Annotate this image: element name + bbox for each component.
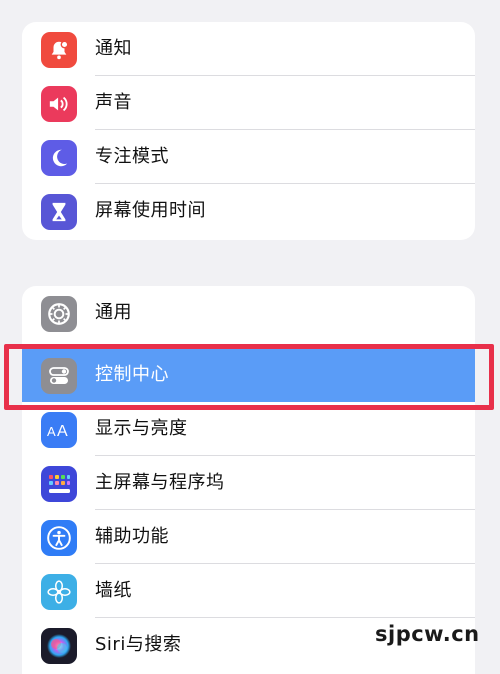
gear-icon <box>41 296 77 332</box>
settings-row-screen-time[interactable]: 屏幕使用时间 <box>22 184 475 238</box>
settings-row-wallpaper[interactable]: 墙纸 <box>22 564 475 618</box>
settings-row-sounds[interactable]: 声音 <box>22 76 475 130</box>
settings-group-1: 通知 声音 专注模式 屏幕使用时间 <box>22 22 475 240</box>
siri-icon <box>41 628 77 664</box>
settings-row-label: 专注模式 <box>95 146 169 167</box>
settings-row-label: 墙纸 <box>95 580 132 601</box>
settings-row-general[interactable]: 通用 <box>22 286 475 340</box>
settings-row-home-screen-dock[interactable]: 主屏幕与程序坞 <box>22 456 475 510</box>
settings-row-label: 屏幕使用时间 <box>95 200 206 221</box>
hourglass-icon <box>41 194 77 230</box>
settings-row-label: 通知 <box>95 38 132 59</box>
home-grid-icon <box>41 466 77 502</box>
settings-row-label: 通用 <box>95 302 132 323</box>
settings-row-label: 主屏幕与程序坞 <box>95 472 225 493</box>
settings-row-control-center[interactable]: 控制中心 <box>22 348 475 402</box>
svg-text:A: A <box>47 424 56 439</box>
settings-row-label: Siri与搜索 <box>95 634 182 655</box>
settings-row-display-brightness[interactable]: AA 显示与亮度 <box>22 402 475 456</box>
toggles-icon <box>41 358 77 394</box>
settings-row-label: 声音 <box>95 92 132 113</box>
flower-icon <box>41 574 77 610</box>
settings-row-label: 辅助功能 <box>95 526 169 547</box>
moon-icon <box>41 140 77 176</box>
settings-row-label: 控制中心 <box>95 364 169 385</box>
speaker-icon <box>41 86 77 122</box>
settings-row-label: 显示与亮度 <box>95 418 188 439</box>
settings-group-2: 通用 控制中心 AA 显示与亮度 主屏幕与程序坞 辅助功能 墙纸 Siri与搜索 <box>22 286 475 674</box>
svg-text:A: A <box>57 423 68 440</box>
settings-row-accessibility[interactable]: 辅助功能 <box>22 510 475 564</box>
watermark: sjpcw.cn <box>375 622 480 646</box>
settings-row-focus[interactable]: 专注模式 <box>22 130 475 184</box>
accessibility-icon <box>41 520 77 556</box>
bell-icon <box>41 32 77 68</box>
settings-row-notifications[interactable]: 通知 <box>22 22 475 76</box>
text-size-icon: AA <box>41 412 77 448</box>
